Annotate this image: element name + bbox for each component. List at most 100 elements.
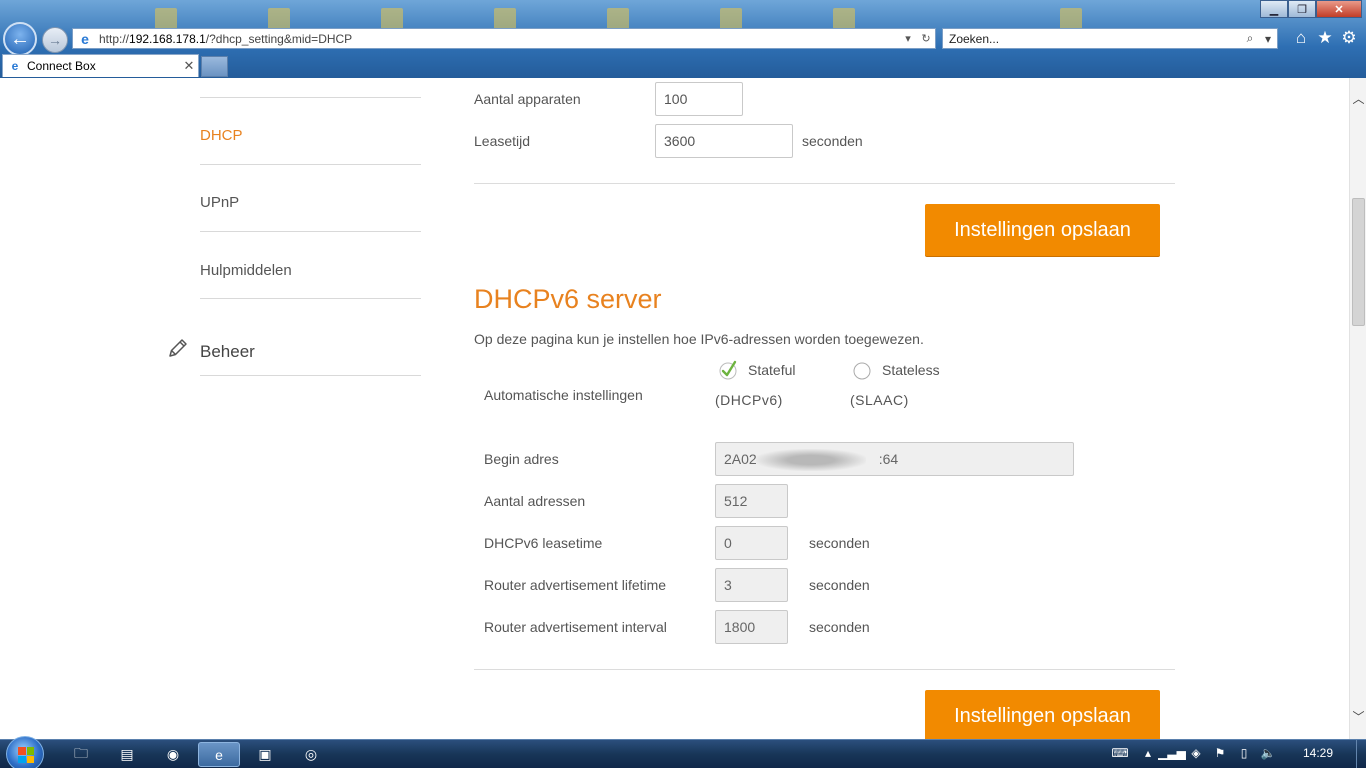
window-taskbar-icon[interactable]: ▣: [244, 742, 286, 767]
leasetime-input[interactable]: 0: [715, 526, 788, 560]
background-icon: [607, 8, 629, 30]
background-icon: [833, 8, 855, 30]
show-hidden-icons-icon[interactable]: ▴: [1139, 744, 1157, 762]
section-divider: [474, 669, 1175, 670]
refresh-icon[interactable]: ↻: [917, 32, 935, 45]
lease-label: Leasetijd: [474, 133, 531, 149]
radio-stateless-sublabel: (SLAAC): [850, 392, 909, 408]
forward-button[interactable]: →: [42, 27, 68, 53]
url-scheme: http://: [99, 31, 130, 46]
sidebar-item-dhcp[interactable]: DHCP: [200, 127, 243, 144]
sidebar-divider: [200, 298, 421, 299]
begin-address-label: Begin adres: [484, 451, 559, 467]
close-window-button[interactable]: ✕: [1316, 0, 1362, 18]
sidebar-section-beheer[interactable]: Beheer: [200, 342, 255, 362]
action-center-icon[interactable]: ⚑: [1211, 744, 1229, 762]
clipboard-tray-icon[interactable]: ▯: [1235, 744, 1253, 762]
url-host: 192.168.178.1: [129, 31, 206, 46]
start-button[interactable]: [6, 736, 44, 768]
sidebar-divider: [200, 97, 421, 98]
vertical-scrollbar[interactable]: ︿ ﹀: [1349, 78, 1366, 739]
keyboard-tray-icon[interactable]: ⌨: [1111, 744, 1129, 762]
search-dropdown-icon[interactable]: ▾: [1259, 32, 1277, 46]
lease-unit: seconden: [802, 133, 863, 149]
radio-stateful[interactable]: Stateful: [718, 360, 795, 380]
back-button[interactable]: ←: [3, 22, 37, 56]
sidebar-item-upnp[interactable]: UPnP: [200, 194, 239, 211]
redaction-smudge: [756, 449, 866, 471]
new-tab-button[interactable]: [201, 56, 228, 77]
auto-settings-label: Automatische instellingen: [484, 387, 643, 403]
network-signal-icon[interactable]: ▁▃▅: [1158, 744, 1186, 762]
background-icon: [381, 8, 403, 30]
search-box[interactable]: Zoeken... ⌕ ▾: [942, 28, 1278, 49]
home-icon[interactable]: ⌂: [1291, 28, 1311, 48]
address-dropdown-icon[interactable]: ▾: [899, 32, 917, 45]
begin-address-start: 2A02: [724, 451, 757, 467]
device-count-input[interactable]: 100: [655, 82, 743, 116]
restore-button[interactable]: ❐: [1288, 0, 1316, 18]
dhcpv6-description: Op deze pagina kun je instellen hoe IPv6…: [474, 331, 924, 347]
windows-logo-icon: [18, 747, 34, 763]
favorites-star-icon[interactable]: ★: [1315, 28, 1335, 48]
lease-input[interactable]: 3600: [655, 124, 793, 158]
scroll-down-icon[interactable]: ﹀: [1350, 708, 1366, 725]
shield-tray-icon[interactable]: ◈: [1187, 744, 1205, 762]
ie-page-icon: e: [81, 30, 89, 47]
minimize-button[interactable]: ▁: [1260, 0, 1288, 18]
browser-tab[interactable]: e Connect Box ✕: [2, 54, 199, 77]
background-icon: [494, 8, 516, 30]
show-desktop-button[interactable]: [1356, 740, 1366, 768]
radio-stateful-sublabel: (DHCPv6): [715, 392, 783, 408]
begin-address-end: :64: [878, 451, 899, 467]
background-icon: [1060, 8, 1082, 30]
arrow-right-icon: →: [48, 32, 62, 48]
radio-stateless-label: Stateless: [882, 362, 940, 378]
address-count-label: Aantal adressen: [484, 493, 586, 509]
tab-title: Connect Box: [27, 59, 96, 73]
arrow-left-icon: ←: [10, 27, 30, 50]
background-icon: [155, 8, 177, 30]
leasetime-label: DHCPv6 leasetime: [484, 535, 603, 551]
ie-taskbar-icon[interactable]: e: [198, 742, 240, 767]
sidebar-divider: [200, 231, 421, 232]
radio-empty-icon: [853, 362, 871, 380]
firefox-taskbar-icon[interactable]: ◉: [152, 742, 194, 767]
url-path: /?dhcp_setting&mid=DHCP: [205, 31, 353, 46]
section-divider: [474, 183, 1175, 184]
checkmark-icon: [719, 360, 737, 380]
address-bar[interactable]: e http://192.168.178.1/?dhcp_setting&mid…: [72, 28, 936, 49]
save-dhcpv6-button[interactable]: Instellingen opslaan: [925, 690, 1160, 739]
search-input[interactable]: Zoeken...: [949, 32, 1241, 46]
taskbar: 🗀 ▤ ◉ e ▣ ◎ ⌨ ▴ ▁▃▅ ◈ ⚑ ▯ 🔈 14:29: [0, 736, 1366, 768]
explorer-taskbar-icon[interactable]: 🗀: [60, 742, 102, 767]
ra-interval-input[interactable]: 1800: [715, 610, 788, 644]
ie-tab-icon: e: [11, 59, 19, 73]
ra-lifetime-label: Router advertisement lifetime: [484, 577, 667, 593]
address-count-input[interactable]: 512: [715, 484, 788, 518]
ra-lifetime-input[interactable]: 3: [715, 568, 788, 602]
save-dhcp-button[interactable]: Instellingen opslaan: [925, 204, 1160, 256]
address-url[interactable]: http://192.168.178.1/?dhcp_setting&mid=D…: [99, 32, 899, 46]
control-panel-taskbar-icon[interactable]: ▤: [106, 742, 148, 767]
device-count-label: Aantal apparaten: [474, 91, 581, 107]
volume-icon[interactable]: 🔈: [1259, 744, 1277, 762]
chrome-taskbar-icon[interactable]: ◎: [290, 742, 332, 767]
close-tab-icon[interactable]: ✕: [180, 58, 198, 74]
scroll-up-icon[interactable]: ︿: [1350, 90, 1366, 107]
ra-lifetime-unit: seconden: [809, 577, 870, 593]
scrollbar-thumb[interactable]: [1352, 198, 1365, 326]
sidebar-item-hulpmiddelen[interactable]: Hulpmiddelen: [200, 262, 292, 279]
background-icon: [268, 8, 290, 30]
background-icon: [720, 8, 742, 30]
taskbar-clock[interactable]: 14:29: [1296, 746, 1340, 760]
radio-stateless[interactable]: Stateless: [852, 360, 940, 380]
pencil-icon: [169, 339, 187, 357]
radio-stateful-label: Stateful: [748, 362, 796, 378]
ra-interval-label: Router advertisement interval: [484, 619, 667, 635]
gear-icon[interactable]: ⚙: [1339, 28, 1359, 48]
browser-chrome: ▁ ❐ ✕ ← → e http://192.168.178.1/?dhcp_s…: [0, 0, 1366, 78]
sidebar-divider: [200, 164, 421, 165]
search-icon[interactable]: ⌕: [1241, 31, 1259, 46]
ra-interval-unit: seconden: [809, 619, 870, 635]
